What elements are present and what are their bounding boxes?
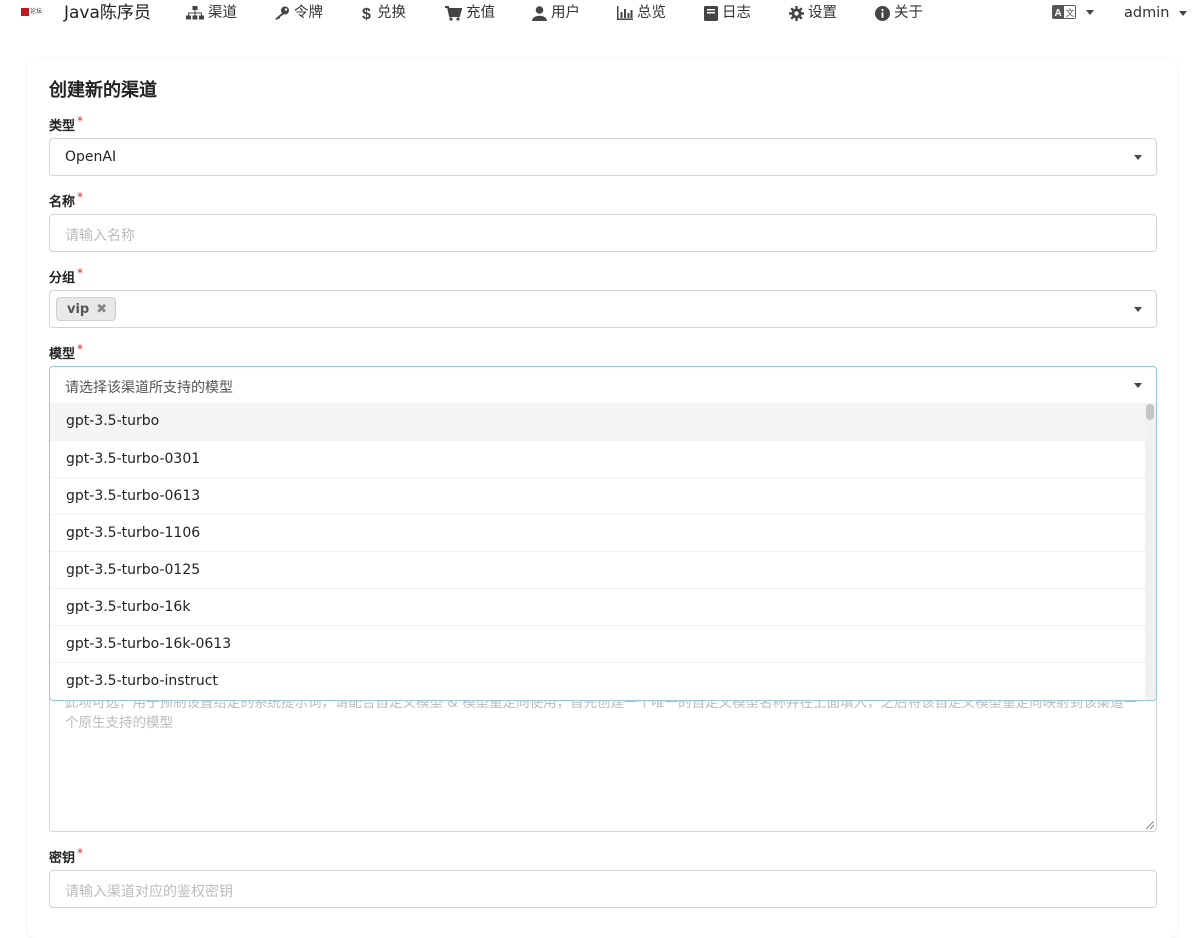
translate-icon: A 文 — [1052, 5, 1076, 19]
bar-chart-icon — [617, 6, 633, 20]
type-label: 类型 * — [49, 114, 84, 134]
nav-item-user[interactable]: 用户 — [532, 3, 580, 23]
dropdown-option[interactable]: gpt-3.5-turbo-0613 — [50, 477, 1146, 514]
svg-text:$: $ — [362, 6, 371, 21]
required-mark: * — [77, 846, 84, 860]
dropdown-option[interactable]: gpt-3.5-turbo — [50, 403, 1146, 440]
chevron-down-icon — [1134, 155, 1142, 160]
top-navbar: 论坛 Java陈序员 渠道 令牌 $ 兑换 充值 用户 总览 日志 设置 关于 … — [0, 0, 1200, 28]
key-input[interactable]: 请输入渠道对应的鉴权密钥 — [49, 870, 1157, 908]
name-input[interactable]: 请输入名称 — [49, 214, 1157, 252]
name-input-placeholder: 请输入名称 — [65, 228, 135, 244]
nav-label-setting: 设置 — [808, 5, 837, 21]
model-mapping-textarea[interactable]: 此项可选，用于预制设置给定的系统提示词，请配合自定义模型 & 模型重定向使用，首… — [49, 688, 1157, 832]
name-label: 名称 * — [49, 190, 84, 210]
info-icon — [875, 5, 890, 21]
required-mark: * — [77, 114, 84, 128]
dropdown-option[interactable]: gpt-3.5-turbo-16k-0613 — [50, 625, 1146, 662]
nav-item-redeem[interactable]: $ 兑换 — [362, 3, 406, 23]
resize-handle-icon[interactable] — [1146, 821, 1154, 829]
book-icon — [704, 5, 718, 21]
required-mark: * — [77, 190, 84, 204]
nav-label-channel: 渠道 — [208, 5, 237, 21]
key-input-placeholder: 请输入渠道对应的鉴权密钥 — [65, 884, 233, 900]
required-mark: * — [77, 266, 84, 280]
type-select[interactable]: OpenAI — [49, 138, 1157, 176]
models-select[interactable]: 请选择该渠道所支持的模型 — [49, 366, 1157, 404]
language-switcher[interactable]: A 文 — [1052, 5, 1094, 19]
chevron-down-icon — [1134, 383, 1142, 388]
user-menu-label: admin — [1124, 5, 1170, 21]
models-label: 模型 * — [49, 342, 84, 362]
nav-label-token: 令牌 — [294, 5, 323, 21]
nav-item-dashboard[interactable]: 总览 — [617, 3, 666, 23]
nav-item-about[interactable]: 关于 — [875, 3, 923, 23]
type-select-value: OpenAI — [65, 149, 117, 165]
nav-item-token[interactable]: 令牌 — [274, 3, 323, 23]
group-select[interactable]: vip ✖ — [49, 290, 1157, 328]
dropdown-scrollbar[interactable] — [1145, 403, 1156, 700]
dropdown-option[interactable]: gpt-3.5-turbo-0125 — [50, 551, 1146, 588]
nav-label-dashboard: 总览 — [637, 5, 666, 21]
cart-icon — [445, 5, 462, 21]
user-icon — [532, 5, 547, 21]
user-menu[interactable]: admin — [1124, 3, 1188, 23]
sitemap-icon — [186, 6, 204, 20]
nav-label-topup: 充值 — [466, 5, 495, 21]
dropdown-option[interactable]: gpt-3.5-turbo-0301 — [50, 440, 1146, 477]
nav-label-user: 用户 — [551, 5, 580, 21]
dropdown-option[interactable]: gpt-3.5-turbo-16k — [50, 588, 1146, 625]
nav-label-redeem: 兑换 — [377, 5, 406, 21]
page-title: 创建新的渠道 — [49, 80, 157, 101]
group-tag-label: vip — [67, 301, 90, 317]
nav-item-channel[interactable]: 渠道 — [186, 3, 237, 23]
required-mark: * — [77, 342, 84, 356]
nav-item-setting[interactable]: 设置 — [789, 3, 837, 23]
nav-label-about: 关于 — [894, 5, 923, 21]
models-select-placeholder: 请选择该渠道所支持的模型 — [65, 380, 233, 396]
site-logo[interactable]: 论坛 — [21, 6, 47, 18]
chevron-down-icon — [1086, 9, 1094, 15]
chevron-down-icon — [1134, 307, 1142, 312]
svg-text:A: A — [1055, 8, 1062, 19]
nav-label-log: 日志 — [722, 5, 751, 21]
dropdown-option[interactable]: gpt-3.5-turbo-1106 — [50, 514, 1146, 551]
gear-icon — [789, 5, 804, 21]
brand-title[interactable]: Java陈序员 — [64, 2, 151, 24]
nav-item-log[interactable]: 日志 — [704, 3, 751, 23]
group-tag[interactable]: vip ✖ — [56, 297, 117, 321]
key-label: 密钥 * — [49, 846, 84, 866]
key-icon — [275, 6, 289, 20]
nav-item-topup[interactable]: 充值 — [445, 3, 495, 23]
close-icon[interactable]: ✖ — [96, 302, 107, 317]
group-label: 分组 * — [49, 266, 84, 286]
models-dropdown-menu: gpt-3.5-turbo gpt-3.5-turbo-0301 gpt-3.5… — [49, 403, 1157, 701]
chevron-down-icon — [1179, 10, 1188, 16]
svg-text:文: 文 — [1066, 7, 1075, 18]
scrollbar-thumb[interactable] — [1146, 404, 1154, 420]
dropdown-option[interactable]: gpt-3.5-turbo-instruct — [50, 662, 1146, 699]
dollar-icon: $ — [362, 6, 371, 21]
